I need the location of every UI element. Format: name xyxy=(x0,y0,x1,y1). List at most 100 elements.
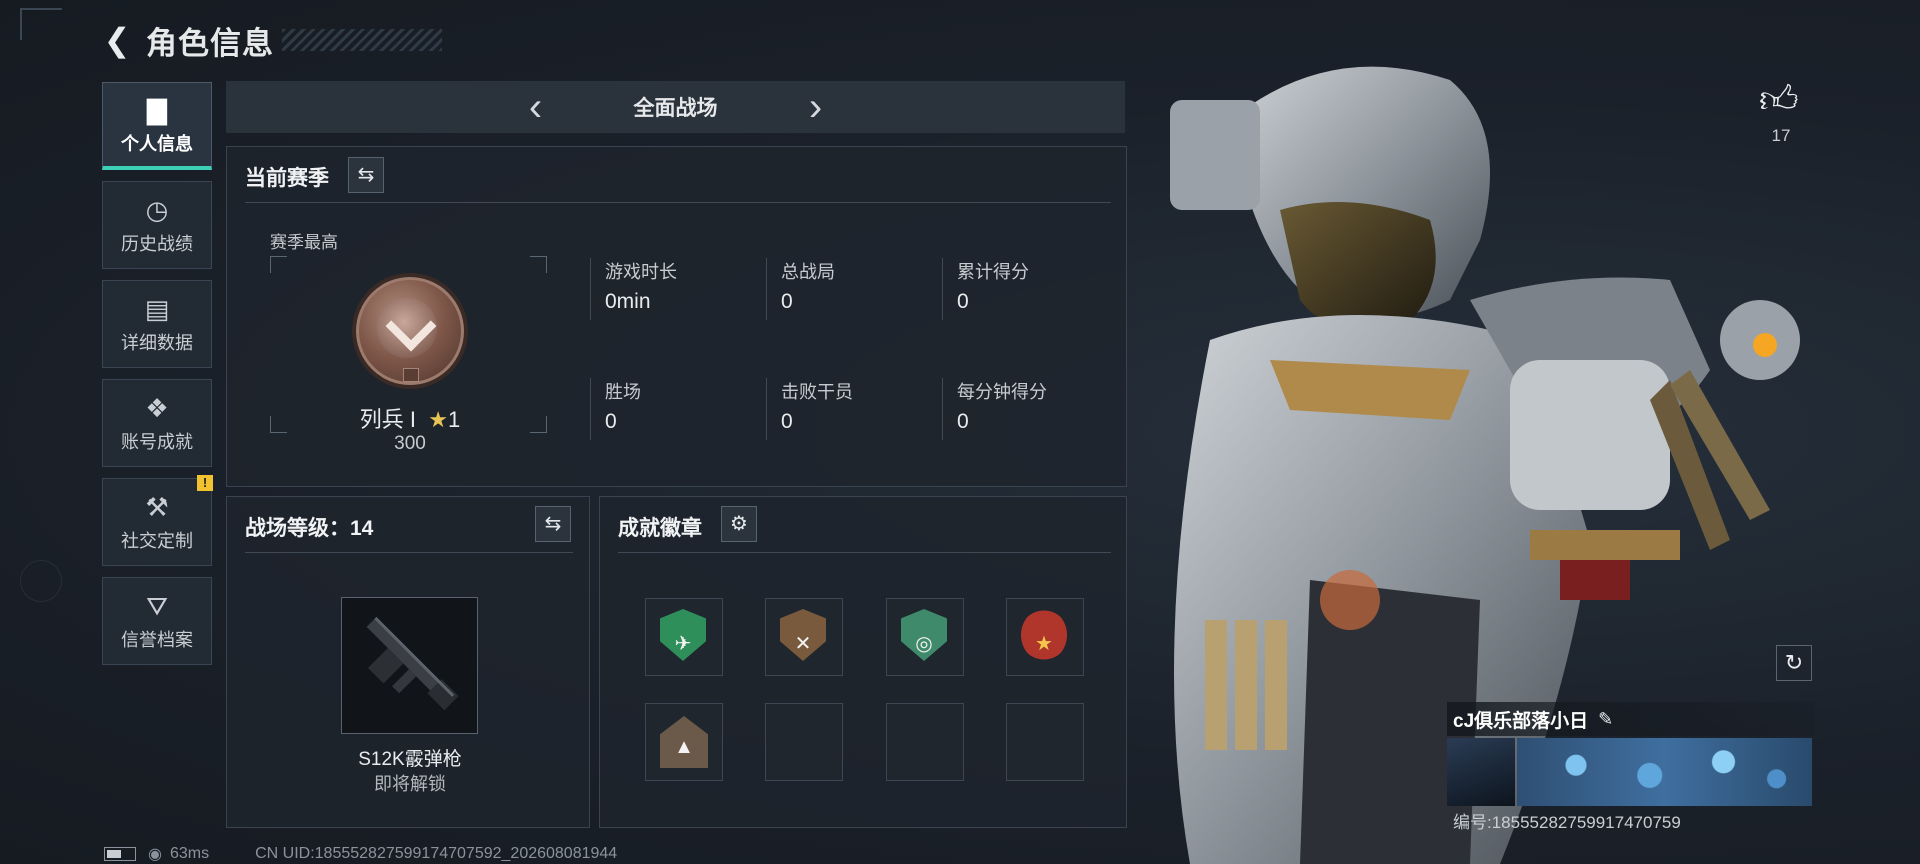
stat-value: 0 xyxy=(957,290,969,313)
divider xyxy=(590,258,591,320)
divider xyxy=(590,378,591,440)
triangle-icon: ▲ xyxy=(674,736,694,758)
badge-icon: ▲ xyxy=(660,716,708,768)
stat-label: 总战局 xyxy=(781,262,835,282)
divider xyxy=(245,202,1111,203)
medal-icon: ❖ xyxy=(145,393,169,423)
switch-level-button[interactable]: ⇆ xyxy=(535,506,571,542)
player-card-images xyxy=(1447,738,1814,806)
airplane-icon: ✈ xyxy=(674,633,692,655)
weapon-image[interactable] xyxy=(341,597,478,734)
stat-value: 0 xyxy=(781,410,793,433)
frame-corner xyxy=(270,256,287,273)
badge-icon: ★ xyxy=(1021,610,1067,660)
divider xyxy=(618,552,1111,553)
stat-value: 0 xyxy=(781,290,793,313)
badge-slot[interactable]: ✕ xyxy=(765,598,843,676)
prev-mode-arrow-icon[interactable]: ‹ xyxy=(516,81,556,133)
battery-icon xyxy=(104,847,136,861)
shield-icon: ⛛ xyxy=(146,591,168,621)
sidebar-item-profile[interactable]: ▇ 个人信息 xyxy=(102,82,212,170)
latency: 63ms xyxy=(169,845,210,862)
badge-slot-empty[interactable] xyxy=(886,703,964,781)
rank-tab xyxy=(403,368,419,382)
badge-settings-button[interactable]: ⚙ xyxy=(721,506,757,542)
page-title: 角色信息 xyxy=(146,25,274,61)
like-count: 17 xyxy=(1771,126,1791,145)
stat-label: 累计得分 xyxy=(957,262,1029,282)
bar-chart-icon: ▇ xyxy=(147,94,167,125)
rank-title: 列兵 I xyxy=(359,407,416,432)
stat-label: 游戏时长 xyxy=(605,262,677,282)
sidebar: ▇ 个人信息 ◷ 历史战绩 ▤ 详细数据 ❖ 账号成就 ! ⚒ 社交定制 ⛛ 信… xyxy=(102,82,213,676)
star-icon: ★ xyxy=(428,407,448,432)
title-decoration xyxy=(282,29,442,51)
chevron-icon xyxy=(385,300,437,352)
player-id: 编号:18555282759917470759 xyxy=(1453,813,1681,832)
sidebar-item-label: 账号成就 xyxy=(121,432,193,452)
clock-icon: ◷ xyxy=(145,195,169,225)
stat-label: 击败干员 xyxy=(781,382,853,402)
stat-value: 0 xyxy=(957,410,969,433)
frame-corner xyxy=(530,256,547,273)
thumbs-up-icon[interactable]: 👍︎ xyxy=(1759,78,1799,123)
sidebar-item-label: 社交定制 xyxy=(121,531,193,551)
corner-deco xyxy=(20,560,62,602)
badge-slot[interactable]: ★ xyxy=(1006,598,1084,676)
badge-slot[interactable]: ✈ xyxy=(645,598,723,676)
star-icon: ★ xyxy=(1035,633,1053,655)
frame-corner xyxy=(530,416,547,433)
edit-icon[interactable]: ✎ xyxy=(1598,709,1613,730)
next-mode-arrow-icon[interactable]: › xyxy=(796,81,836,133)
badge-icon: ✕ xyxy=(780,609,826,661)
sidebar-item-social[interactable]: ! ⚒ 社交定制 xyxy=(102,475,213,566)
badge-slot-empty[interactable] xyxy=(765,703,843,781)
rank-name: 列兵 I ★1 xyxy=(330,402,490,434)
back-arrow-icon[interactable]: ❮ xyxy=(100,22,134,58)
stat-value: 0 xyxy=(605,410,617,433)
season-best-label: 赛季最高 xyxy=(270,233,338,252)
frame-corner xyxy=(270,416,287,433)
weapon-name: S12K霰弹枪 xyxy=(358,749,462,770)
rank-badge-core xyxy=(377,298,437,358)
divider xyxy=(245,552,573,553)
season-title: 当前赛季 xyxy=(245,167,329,190)
rank-points: 300 xyxy=(394,433,426,454)
sidebar-item-achievements[interactable]: ❖ 账号成就 xyxy=(102,379,212,467)
sidebar-item-history[interactable]: ◷ 历史战绩 xyxy=(102,181,212,269)
rank-stars: 1 xyxy=(447,407,461,432)
badges-title: 成就徽章 xyxy=(618,517,702,540)
sidebar-item-details[interactable]: ▤ 详细数据 xyxy=(102,280,212,368)
divider xyxy=(766,258,767,320)
rank-badge-icon xyxy=(356,277,464,385)
uid-text: CN UID:18555282759917470759​2_2026080819… xyxy=(255,845,618,862)
stat-label: 每分钟得分 xyxy=(957,382,1047,402)
player-card-header: cJ俱乐部落小日 ✎ xyxy=(1447,702,1814,736)
badge-slot[interactable]: ▲ xyxy=(645,703,723,781)
sidebar-item-label: 个人信息 xyxy=(121,133,193,154)
folder-icon: ▤ xyxy=(144,294,170,324)
stat-label: 胜场 xyxy=(605,382,641,402)
sidebar-item-reputation[interactable]: ⛛ 信誉档案 xyxy=(102,577,212,665)
target-icon: ◎ xyxy=(915,633,933,655)
badge-slot-empty[interactable] xyxy=(1006,703,1084,781)
divider xyxy=(942,378,943,440)
status-bar: ◉ 63ms CN UID:18555282759917470759​2_202… xyxy=(104,844,617,864)
divider xyxy=(766,378,767,440)
corner-deco xyxy=(20,8,62,40)
wifi-icon: ◉ xyxy=(148,846,162,863)
avatar xyxy=(1447,738,1515,806)
card-banner xyxy=(1517,738,1812,806)
badge-slot[interactable]: ◎ xyxy=(886,598,964,676)
level-title: 战场等级：14 xyxy=(245,517,374,540)
divider xyxy=(942,258,943,320)
mode-title: 全面战场 xyxy=(633,97,718,120)
player-card[interactable]: cJ俱乐部落小日 ✎ 编号:18555282759917470759 xyxy=(1447,702,1814,832)
shotgun-icon xyxy=(366,616,459,711)
header: ❮ 角色信息 xyxy=(100,18,442,62)
sidebar-item-label: 历史战绩 xyxy=(121,234,193,254)
switch-season-button[interactable]: ⇆ xyxy=(348,157,384,193)
badge-icon: ◎ xyxy=(901,609,947,661)
sidebar-item-label: 详细数据 xyxy=(121,333,193,353)
rotate-icon[interactable]: ↻ xyxy=(1776,645,1812,681)
